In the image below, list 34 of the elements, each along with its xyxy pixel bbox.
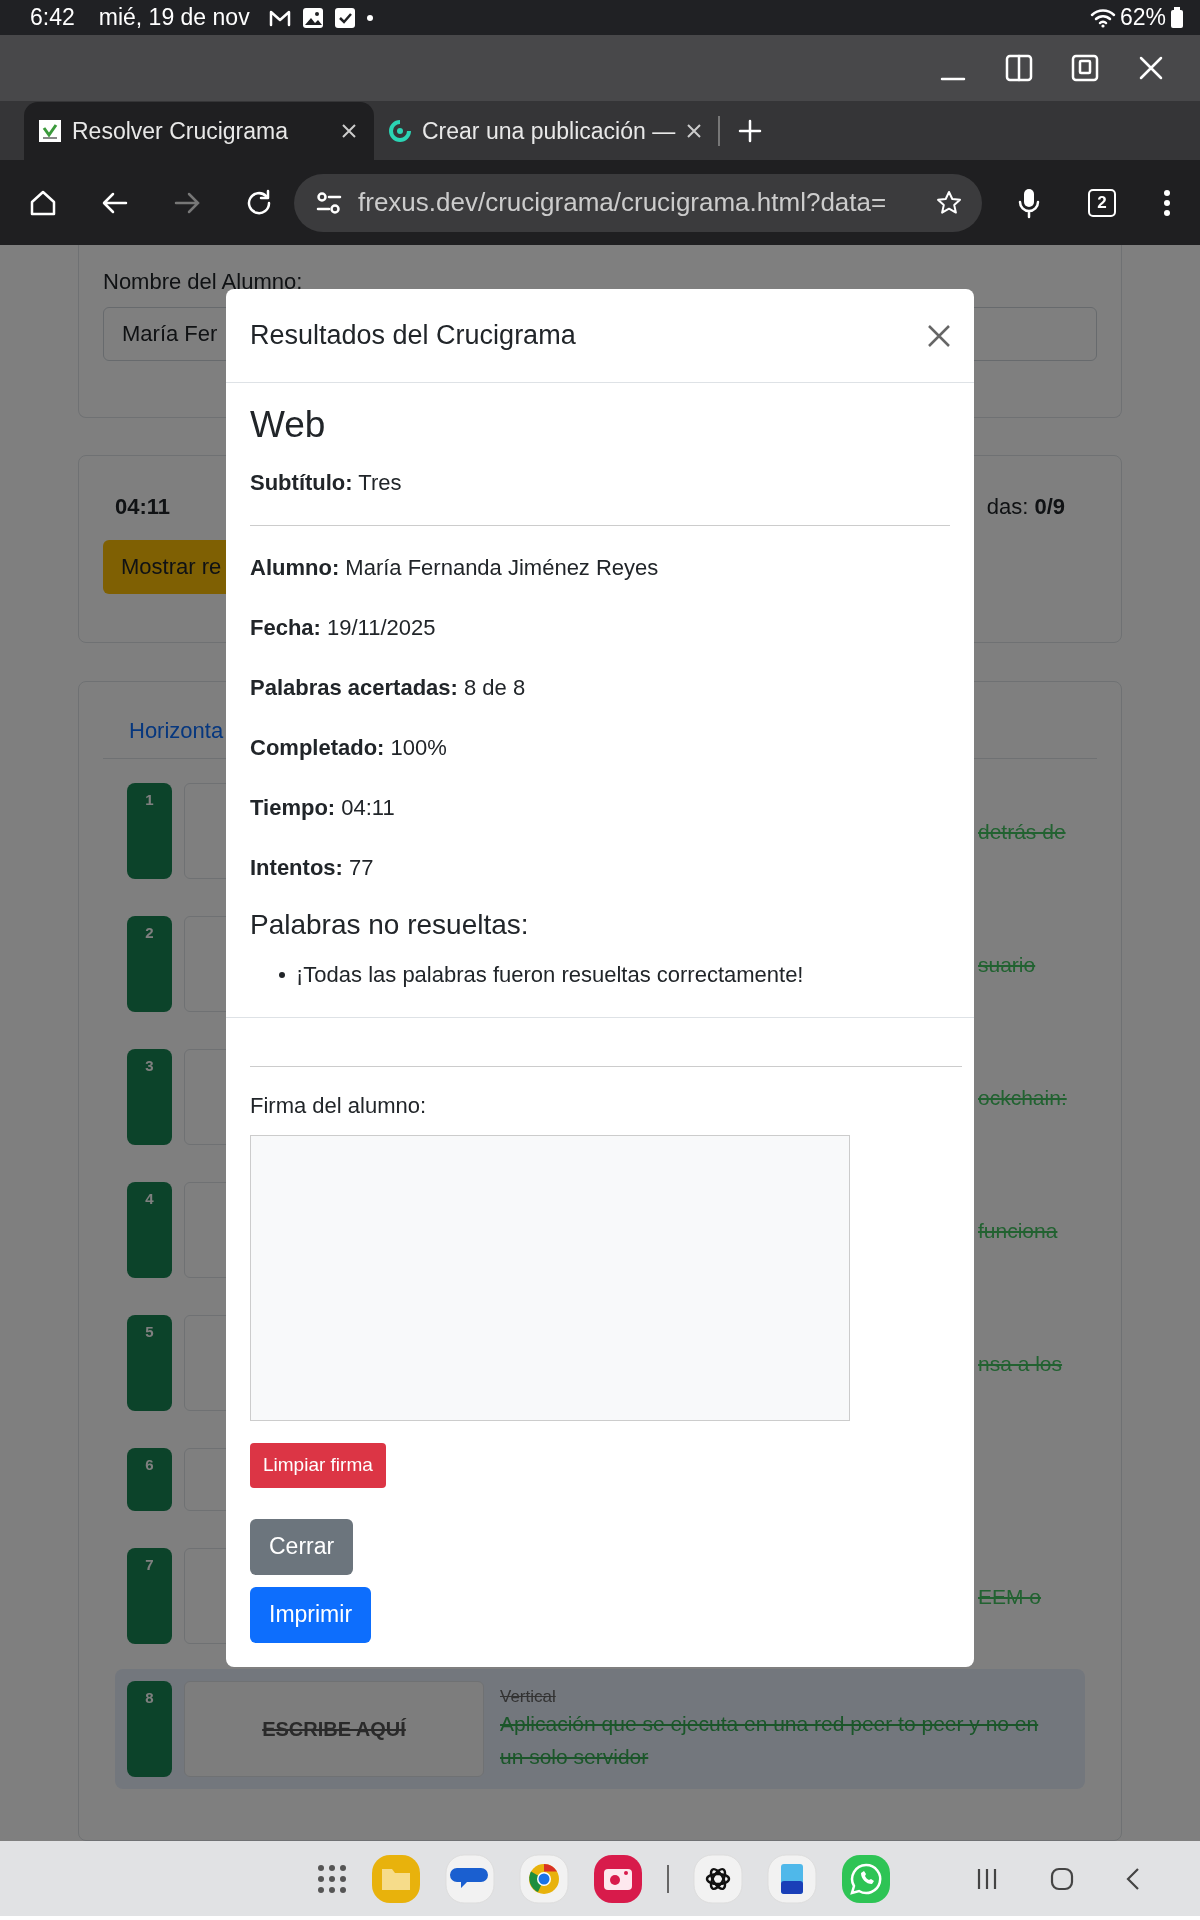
result-text: Fecha: 19/11/2025 [250, 613, 437, 642]
clue-text: Aplicación que se ejecuta en una red peer to peer y no en un solo servidor [500, 1711, 1040, 1770]
clue-text: nsa a los [978, 1350, 1063, 1377]
clue-text: suario [978, 951, 1036, 978]
timer-text: 04:11 [115, 494, 171, 520]
result-text: Alumno: María Fernanda Jiménez Reyes [250, 553, 660, 582]
modal-title: Resultados del Crucigrama [250, 320, 576, 351]
section-heading: Palabras no resueltas: [250, 908, 530, 941]
field-label: Nombre del Alumno: [103, 269, 304, 295]
clue-text: detrás de [978, 818, 1066, 845]
list-text: ¡Todas las palabras fueron resueltas correctamente! [296, 961, 804, 988]
number-badge: 3 [127, 1049, 172, 1145]
result-text: Tiempo: 04:11 [250, 793, 396, 822]
direction-label: Vertical [500, 1687, 557, 1707]
battery-percent: 62% [1119, 4, 1166, 31]
result-text: Palabras acertadas: 8 de 8 [250, 673, 527, 702]
number-badge: 1 [127, 783, 172, 879]
score-text: das: 0/9 [986, 494, 1065, 520]
subtitle-text: Subtítulo: Tres [250, 468, 403, 497]
number-badge: 2 [127, 916, 172, 1012]
number-badge: 4 [127, 1182, 172, 1278]
clue-text: ockchain: [978, 1084, 1067, 1111]
clue-text: EEM o [978, 1583, 1042, 1610]
clue-text: funciona [978, 1217, 1058, 1244]
number-badge: 6 [127, 1448, 172, 1511]
number-badge: 5 [127, 1315, 172, 1411]
signature-label: Firma del alumno: [250, 1092, 428, 1119]
status-date: mié, 19 de nov [98, 4, 250, 31]
status-time: 6:42 [30, 4, 75, 31]
result-text: Completado: 100% [250, 733, 448, 762]
number-badge: 8 [127, 1681, 172, 1777]
result-heading: Web [250, 405, 327, 446]
result-text: Intentos: 77 [250, 853, 375, 882]
number-badge: 7 [127, 1548, 172, 1644]
